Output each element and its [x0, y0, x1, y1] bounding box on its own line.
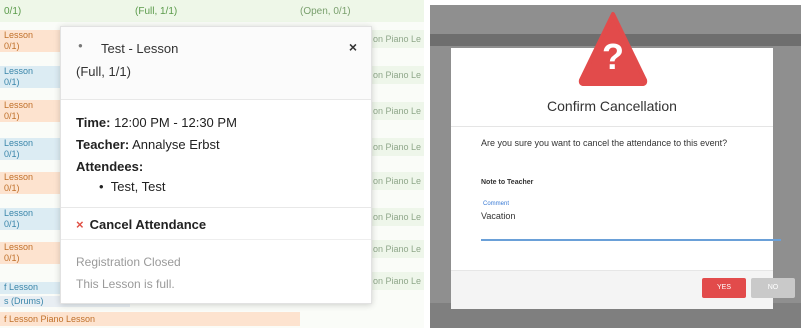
slot-title: Lesson	[4, 208, 34, 218]
slot-status: 0/1)	[4, 183, 20, 193]
slot-title: Lesson	[4, 172, 34, 182]
note-label: Note to Teacher	[481, 179, 534, 186]
popover-details: Time: 12:00 PM - 12:30 PM Teacher: Annal…	[61, 99, 371, 208]
slot-title: Lesson	[4, 242, 34, 252]
slot-status: 0/1)	[4, 219, 20, 229]
calendar-slot[interactable]: on Piano Le	[370, 66, 424, 84]
attendee-name: Test, Test	[110, 179, 166, 194]
yes-button[interactable]: YES	[702, 278, 746, 298]
close-icon[interactable]: ×	[349, 39, 357, 55]
close-icon: ×	[76, 217, 84, 232]
slot-status: 0/1)	[4, 111, 20, 121]
slot-title: Lesson	[4, 66, 34, 76]
bullet-icon: •	[99, 179, 104, 194]
comment-field-label: Comment	[483, 201, 510, 207]
calendar-slot[interactable]: on Piano Le	[370, 240, 424, 258]
calendar-slot[interactable]: on Piano Le	[370, 172, 424, 190]
calendar-slot-link[interactable]: f Lesson Piano Lesson	[0, 312, 300, 326]
time-row: Time: 12:00 PM - 12:30 PM	[76, 115, 237, 130]
header-cell: (Full, 1/1)	[135, 6, 178, 17]
registration-status: Registration Closed	[76, 255, 181, 269]
dialog-question: Are you sure you want to cancel the atte…	[481, 138, 728, 148]
popover-subtitle: (Full, 1/1)	[76, 64, 131, 79]
slot-title: Lesson	[4, 100, 34, 110]
slot-status: 0/1)	[4, 41, 20, 51]
question-mark-glyph: ?	[602, 36, 624, 77]
time-value: 12:00 PM - 12:30 PM	[114, 115, 237, 130]
cancel-attendance-label: Cancel Attendance	[89, 217, 207, 232]
note-input[interactable]	[481, 211, 751, 221]
calendar-slot[interactable]: Lesson 0/1)	[0, 30, 60, 52]
slot-status: 0/1)	[4, 149, 20, 159]
dialog-title: Confirm Cancellation	[547, 98, 677, 114]
modal-overlay: Confirm Cancellation Are you sure you wa…	[430, 5, 801, 328]
divider	[61, 239, 371, 240]
dot-icon: ●	[78, 41, 83, 50]
attendee-item: • Test, Test	[99, 179, 165, 194]
cancel-attendance-button[interactable]: × Cancel Attendance	[76, 217, 206, 232]
calendar-slot[interactable]: on Piano Le	[370, 138, 424, 156]
teacher-row: Teacher: Annalyse Erbst	[76, 137, 220, 152]
calendar-slot-link[interactable]: f Lesson	[0, 282, 60, 294]
header-cell: 0/1)	[4, 6, 22, 17]
calendar-slot[interactable]: on Piano Le	[370, 102, 424, 120]
input-underline	[481, 239, 781, 241]
full-note: This Lesson is full.	[76, 277, 175, 291]
calendar-view: 0/1) (Full, 1/1) (Open, 0/1) Lesson 0/1) …	[0, 0, 424, 328]
slot-title: Lesson	[4, 138, 34, 148]
divider	[451, 126, 773, 127]
popover-title: Test - Lesson	[101, 41, 179, 56]
no-button[interactable]: NO	[751, 278, 795, 298]
time-label: Time:	[76, 115, 111, 130]
calendar-slot[interactable]: Lesson 0/1)	[0, 138, 60, 160]
calendar-slot[interactable]: on Piano Le	[370, 272, 424, 290]
slot-title: Lesson	[4, 30, 34, 40]
calendar-slot[interactable]: Lesson 0/1)	[0, 242, 60, 264]
teacher-label: Teacher:	[76, 137, 130, 152]
calendar-slot[interactable]: Lesson 0/1)	[0, 172, 60, 194]
question-warning-icon: ?	[578, 10, 648, 88]
calendar-slot[interactable]: Lesson 0/1)	[0, 66, 60, 88]
event-popover: ● Test - Lesson (Full, 1/1) × Time: 12:0…	[60, 26, 372, 304]
slot-status: 0/1)	[4, 77, 20, 87]
teacher-value: Annalyse Erbst	[132, 137, 220, 152]
header-cell: (Open, 0/1)	[300, 6, 351, 17]
calendar-slot[interactable]: on Piano Le	[370, 208, 424, 226]
slot-status: 0/1)	[4, 253, 20, 263]
popover-header: ● Test - Lesson (Full, 1/1) ×	[61, 27, 371, 100]
calendar-slot[interactable]: Lesson 0/1)	[0, 100, 60, 122]
calendar-slot[interactable]: on Piano Le	[370, 30, 424, 48]
calendar-header-row: 0/1) (Full, 1/1) (Open, 0/1)	[0, 0, 424, 22]
calendar-slot[interactable]: Lesson 0/1)	[0, 208, 60, 230]
attendees-label: Attendees:	[76, 159, 144, 174]
